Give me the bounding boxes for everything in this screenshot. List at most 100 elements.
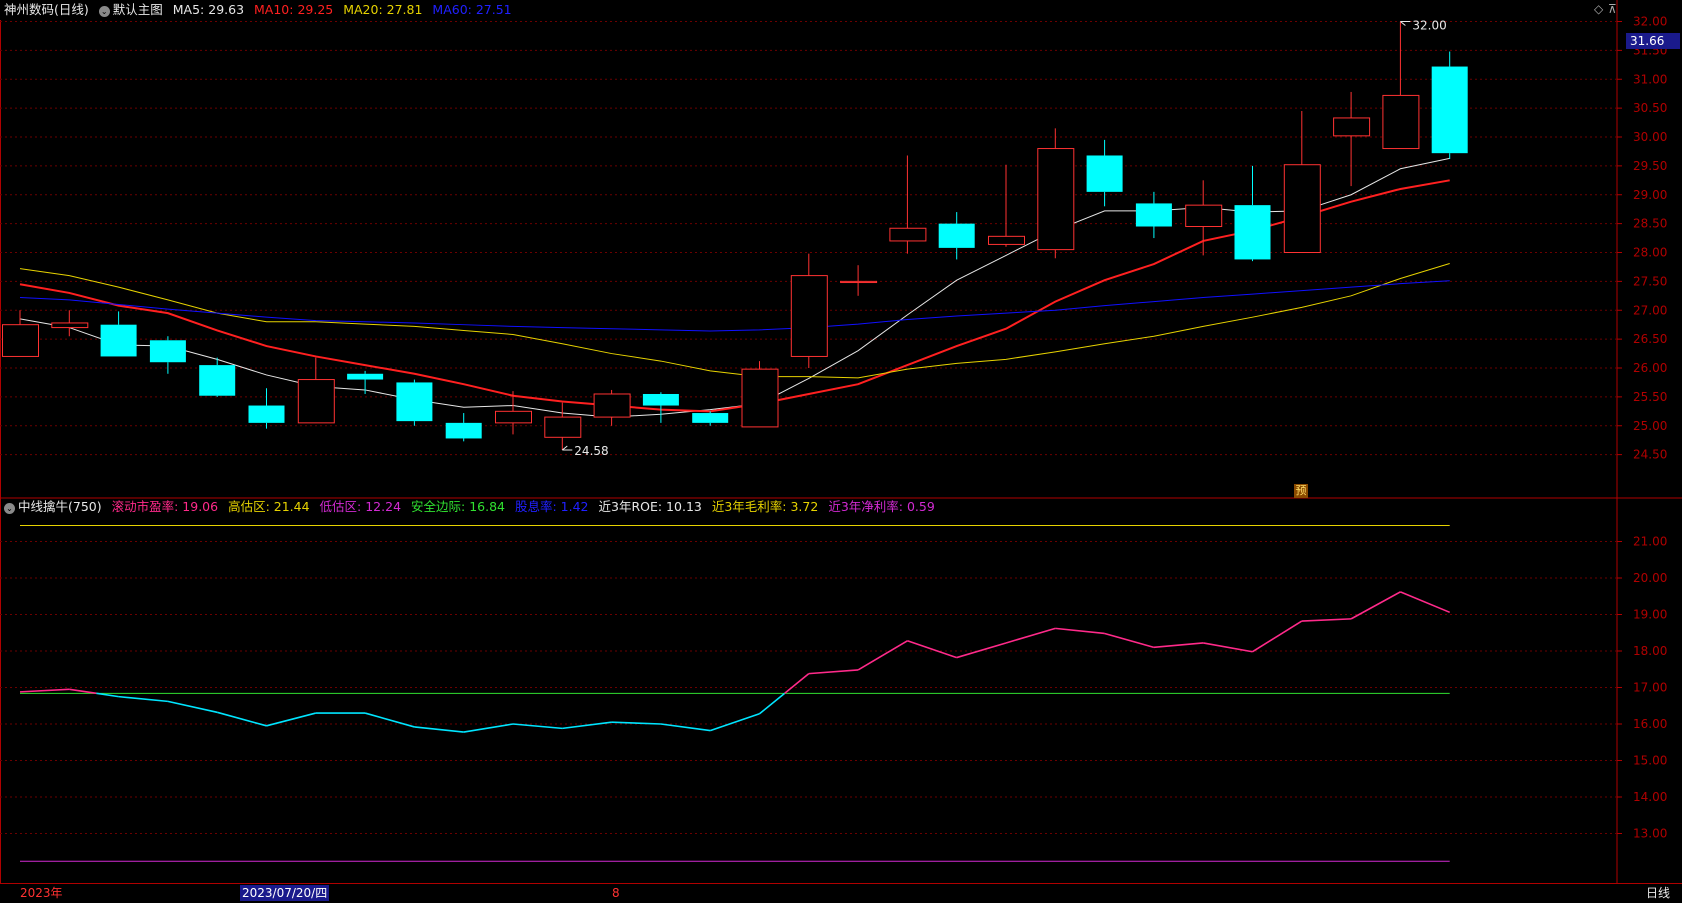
candle-body xyxy=(1431,66,1468,154)
pe-line-segment xyxy=(660,723,711,732)
price-tick-label: 24.50 xyxy=(1633,448,1667,462)
candle xyxy=(741,361,779,428)
pe-line-segment xyxy=(1153,642,1204,649)
forecast-badge[interactable]: 预 xyxy=(1294,484,1308,498)
candle xyxy=(692,411,729,426)
price-tick-label: 27.50 xyxy=(1633,274,1667,288)
candle-body xyxy=(642,393,679,406)
candle-body xyxy=(149,340,186,363)
pe-line-segment xyxy=(69,688,97,695)
candle xyxy=(840,265,878,296)
pe-line-segment xyxy=(758,692,786,715)
candle-body xyxy=(1135,203,1172,227)
price-tick-label: 26.00 xyxy=(1633,361,1667,375)
candle-body xyxy=(297,379,335,424)
pe-line-segment xyxy=(956,642,1007,659)
candle-body xyxy=(544,416,582,438)
pe-line-segment xyxy=(808,669,859,675)
candle xyxy=(297,357,335,424)
candle-body xyxy=(1234,205,1271,260)
period-button[interactable]: 日线 xyxy=(1646,884,1670,902)
pe-line-segment xyxy=(562,721,612,730)
pe-line-segment xyxy=(1252,620,1303,653)
price-tick-label: 32.00 xyxy=(1633,15,1667,29)
candle xyxy=(593,389,631,426)
candle-body xyxy=(347,373,384,380)
pe-line-segment xyxy=(512,723,563,730)
candle-body xyxy=(840,280,878,284)
candle-body xyxy=(396,382,433,422)
price-tick-label: 31.00 xyxy=(1633,72,1667,86)
candle-body xyxy=(1283,164,1321,253)
candle-body xyxy=(445,422,482,439)
pe-line-segment xyxy=(1055,627,1105,635)
candle-body xyxy=(741,368,779,428)
price-tick-label: 29.00 xyxy=(1633,188,1667,202)
candle xyxy=(1283,111,1321,253)
candle-body xyxy=(51,322,89,329)
price-tick-label: 30.00 xyxy=(1633,130,1667,144)
candle xyxy=(790,253,828,368)
price-tick-label: 28.50 xyxy=(1633,217,1667,231)
current-price-tag: 31.66 xyxy=(1626,33,1680,50)
candle-body xyxy=(1185,204,1223,228)
pe-line-segment xyxy=(611,721,661,725)
stock-chart-window: 神州数码(日线) ⌄ 默认主图 MA5: 29.63 MA10: 29.25 MA… xyxy=(0,0,1682,902)
candle xyxy=(100,311,137,357)
pe-line-segment xyxy=(463,723,514,733)
indicator-tick-label: 20.00 xyxy=(1633,571,1667,585)
candlestick-series xyxy=(2,21,1468,451)
candle-body xyxy=(1086,155,1123,192)
candle-body xyxy=(100,324,137,357)
pe-line-segment xyxy=(1203,642,1253,653)
candle xyxy=(544,402,582,451)
candle-body xyxy=(495,410,532,424)
pe-line-segment xyxy=(364,712,415,728)
grid xyxy=(0,0,1682,883)
candle-body xyxy=(248,405,285,423)
candle xyxy=(1135,191,1172,239)
time-axis-bar: 2023年 2023/07/20/四 8 日线 xyxy=(0,883,1682,903)
chart-canvas[interactable]: 32.0031.5031.0030.5030.0029.5029.0028.50… xyxy=(0,0,1682,902)
candle xyxy=(1037,128,1075,259)
candle xyxy=(889,155,927,254)
candle xyxy=(347,370,384,394)
pe-line-segment xyxy=(1104,632,1155,649)
candle-body xyxy=(790,275,828,357)
price-tick-label: 29.50 xyxy=(1633,159,1667,173)
pe-line-segment xyxy=(118,695,168,703)
crosshair-date-label: 2023/07/20/四 xyxy=(240,885,330,901)
indicator-tick-label: 15.00 xyxy=(1633,754,1667,768)
indicator-tick-label: 21.00 xyxy=(1633,535,1667,549)
indicator-tick-label: 14.00 xyxy=(1633,790,1667,804)
indicator-tick-label: 16.00 xyxy=(1633,717,1667,731)
indicator-axis: 21.00 20.00 19.00 18.00 17.00 16.00 15.00 14.00… xyxy=(1633,535,1667,841)
candle-body xyxy=(692,413,729,423)
high-marker-arrow xyxy=(1400,21,1411,26)
candle-body xyxy=(2,324,39,357)
candle xyxy=(445,413,482,442)
year-label: 2023年 xyxy=(20,886,63,900)
candle-body xyxy=(1333,117,1371,137)
price-tick-label: 30.50 xyxy=(1633,101,1667,115)
indicator-tick-label: 13.00 xyxy=(1633,827,1667,841)
indicator-tick-label: 18.00 xyxy=(1633,644,1667,658)
candle xyxy=(1333,91,1371,187)
candle xyxy=(2,310,39,357)
candle xyxy=(1086,139,1123,207)
pe-line-segment xyxy=(857,640,908,671)
pe-line-segment xyxy=(907,640,957,659)
price-axis: 32.0031.5031.0030.5030.0029.5029.0028.50… xyxy=(1633,15,1667,462)
pe-line-segment xyxy=(414,726,464,733)
price-tick-label: 25.00 xyxy=(1633,419,1667,433)
candle-body xyxy=(199,365,236,396)
candle xyxy=(248,388,285,429)
pe-line-segment xyxy=(1400,591,1451,614)
candle xyxy=(396,379,433,426)
pe-line-segment xyxy=(709,713,760,732)
candle-body xyxy=(889,227,927,242)
pe-line-segment xyxy=(784,673,810,694)
pe-line-segment xyxy=(19,688,70,693)
candle xyxy=(1234,165,1271,262)
candle xyxy=(1382,21,1420,150)
